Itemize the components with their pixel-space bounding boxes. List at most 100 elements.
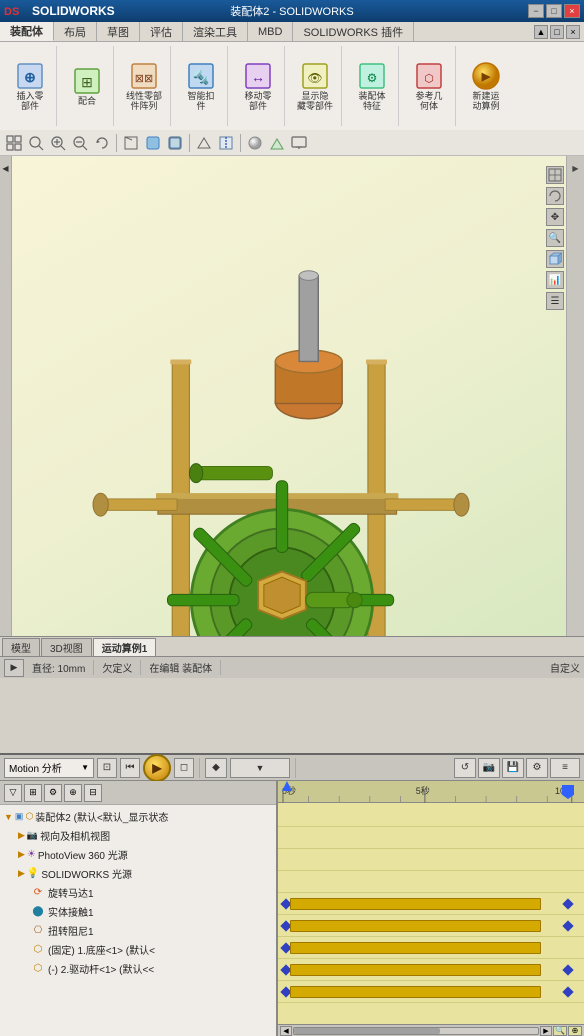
view-rotate-button[interactable]	[546, 187, 564, 205]
tree-item-drive[interactable]: ⬡ (-) 2.驱动杆<1> (默认<<	[0, 959, 276, 978]
keyframe-drive-end[interactable]	[562, 986, 573, 997]
tab-layout[interactable]: 布局	[54, 22, 97, 41]
new-motion-button[interactable]: ▶ 新建运动算例	[464, 57, 508, 115]
tree-expand-button[interactable]: ⊞	[24, 784, 42, 802]
tab-motion-example[interactable]: 运动算例1	[93, 638, 157, 656]
status-customize[interactable]: 自定义	[550, 660, 580, 675]
timeline-right[interactable]: 0秒 5秒 10秒	[278, 781, 584, 1036]
zoom-to-fit-icon[interactable]	[26, 133, 46, 153]
standard-views-icon[interactable]	[4, 133, 24, 153]
section-icon[interactable]	[216, 133, 236, 153]
tree-collapse-button[interactable]: ⊟	[84, 784, 102, 802]
motion-key-button[interactable]: ◆	[205, 758, 227, 778]
motion-filter-button[interactable]: ▼	[230, 758, 290, 778]
motor-icon: ⟳	[30, 887, 46, 898]
tree-checkbox-assembly: ▣	[15, 811, 24, 822]
motion-camera-button[interactable]: 📷	[478, 758, 500, 778]
keyframe-motor-end[interactable]	[562, 898, 573, 909]
zoom-out-icon[interactable]	[70, 133, 90, 153]
mate-button[interactable]: ⊞ 配合	[65, 61, 109, 111]
status-expand-button[interactable]: ▶	[4, 659, 24, 677]
scroll-track[interactable]	[293, 1027, 539, 1035]
ribbon-close-button[interactable]: ×	[566, 25, 580, 39]
shaded-icon[interactable]	[143, 133, 163, 153]
tab-assembly[interactable]: 装配体	[0, 22, 54, 41]
tree-filter-button[interactable]: ▽	[4, 784, 22, 802]
timeline-track-extra1	[278, 1003, 584, 1025]
tree-item-camera[interactable]: ▶ 📷 视向及相机视图	[0, 826, 276, 845]
keyframe-base-end[interactable]	[562, 964, 573, 975]
scene-icon[interactable]	[267, 133, 287, 153]
view-pan-button[interactable]: ✥	[546, 208, 564, 226]
tree-settings-button[interactable]: ⚙	[44, 784, 62, 802]
tab-model[interactable]: 模型	[2, 638, 40, 656]
tab-mbd[interactable]: MBD	[248, 22, 293, 41]
tab-evaluate[interactable]: 评估	[140, 22, 183, 41]
tree-item-torque[interactable]: ⎔ 扭转阻尼1	[0, 921, 276, 940]
tree-expand-arrow-assembly: ▼	[4, 812, 13, 822]
show-hide-button[interactable]: 👁 显示隐藏零部件	[293, 57, 337, 115]
motion-type-dropdown[interactable]: Motion 分析 ▼	[4, 758, 94, 778]
edges-icon[interactable]	[165, 133, 185, 153]
tree-item-photoview[interactable]: ▶ ☀ PhotoView 360 光源	[0, 845, 276, 864]
smart-fastener-button[interactable]: 🔩 智能扣件	[179, 57, 223, 115]
motion-settings-button[interactable]: ⚙	[526, 758, 548, 778]
move-part-button[interactable]: ↔ 移动零部件	[236, 57, 280, 115]
tree-item-motor[interactable]: ⟳ 旋转马达1	[0, 883, 276, 902]
linear-array-icon: ⊠⊠	[128, 60, 160, 92]
asm-feature-button[interactable]: ⚙ 装配体特征	[350, 57, 394, 115]
view-3d-button[interactable]	[546, 250, 564, 268]
motion-record-button[interactable]: ⊡	[97, 758, 117, 778]
timeline-track-0	[278, 805, 584, 827]
view-list-button[interactable]: ☰	[546, 292, 564, 310]
motion-save-button[interactable]: 💾	[502, 758, 524, 778]
motion-loop-button[interactable]: ↺	[454, 758, 476, 778]
view-chart-button[interactable]: 📊	[546, 271, 564, 289]
zoom-in-icon[interactable]	[48, 133, 68, 153]
minimize-button[interactable]: −	[528, 4, 544, 18]
right-panel-icon-1[interactable]: ▶	[568, 160, 584, 176]
timeline-zoom-out-button[interactable]: 🔍	[553, 1026, 567, 1036]
timeline-scrollbar[interactable]: ◀ ▶ 🔍 ⊕	[278, 1024, 584, 1036]
maximize-button[interactable]: □	[546, 4, 562, 18]
motion-more-button[interactable]: ≡	[550, 758, 580, 778]
insert-part-button[interactable]: ⊕ 插入零部件	[8, 57, 52, 115]
ref-geometry-button[interactable]: ⬡ 参考几何体	[407, 57, 451, 115]
ribbon-options-button[interactable]: □	[550, 25, 564, 39]
appearance-icon[interactable]	[245, 133, 265, 153]
tree-item-assembly[interactable]: ▼ ▣ ⬡ 装配体2 (默认<默认_显示状态	[0, 807, 276, 826]
wireframe-icon[interactable]	[121, 133, 141, 153]
motor-label: 旋转马达1	[48, 885, 94, 900]
rotate-icon[interactable]	[92, 133, 112, 153]
view-orientation-button[interactable]	[546, 166, 564, 184]
scroll-right-button[interactable]: ▶	[540, 1026, 552, 1036]
perspective-icon[interactable]	[194, 133, 214, 153]
tab-3d-view[interactable]: 3D视图	[41, 638, 92, 656]
motion-stop-button[interactable]: ◻	[174, 758, 194, 778]
tree-item-base[interactable]: ⬡ (固定) 1.底座<1> (默认<	[0, 940, 276, 959]
svg-text:👁: 👁	[307, 71, 322, 85]
keyframe-contact-end[interactable]	[562, 920, 573, 931]
tab-render[interactable]: 渲染工具	[183, 22, 248, 41]
linear-array-button[interactable]: ⊠⊠ 线性零部件阵列	[122, 57, 166, 115]
status-diameter-text: 直径: 10mm	[32, 660, 85, 675]
tree-add-button[interactable]: ⊕	[64, 784, 82, 802]
display-icon[interactable]	[289, 133, 309, 153]
timeline-zoom-in-button[interactable]: ⊕	[568, 1026, 582, 1036]
tab-plugins[interactable]: SOLIDWORKS 插件	[293, 22, 414, 41]
viewport[interactable]: Z ✥ 🔍 📊 ☰	[12, 156, 566, 636]
motion-play-button[interactable]: ▶	[143, 754, 171, 782]
title-bar: DS SOLIDWORKS 装配体2 - SOLIDWORKS − □ ×	[0, 0, 584, 22]
motion-type-label: Motion 分析	[9, 760, 62, 775]
motion-to-start-button[interactable]: ⏮	[120, 758, 140, 778]
tab-sketch[interactable]: 草图	[97, 22, 140, 41]
tree-item-contact[interactable]: ⬤ 实体接触1	[0, 902, 276, 921]
ribbon-collapse-button[interactable]: ▲	[534, 25, 548, 39]
motion-panel: Motion 分析 ▼ ⊡ ⏮ ▶ ◻ ◆ ▼ ↺ 📷 💾 ⚙ ≡ ▽	[0, 753, 584, 1036]
tree-item-sw-light[interactable]: ▶ 💡 SOLIDWORKS 光源	[0, 864, 276, 883]
scroll-left-button[interactable]: ◀	[280, 1026, 292, 1036]
timeline-track-drive	[278, 981, 584, 1003]
close-button[interactable]: ×	[564, 4, 580, 18]
view-zoom-button[interactable]: 🔍	[546, 229, 564, 247]
svg-text:⊕: ⊕	[24, 69, 36, 85]
